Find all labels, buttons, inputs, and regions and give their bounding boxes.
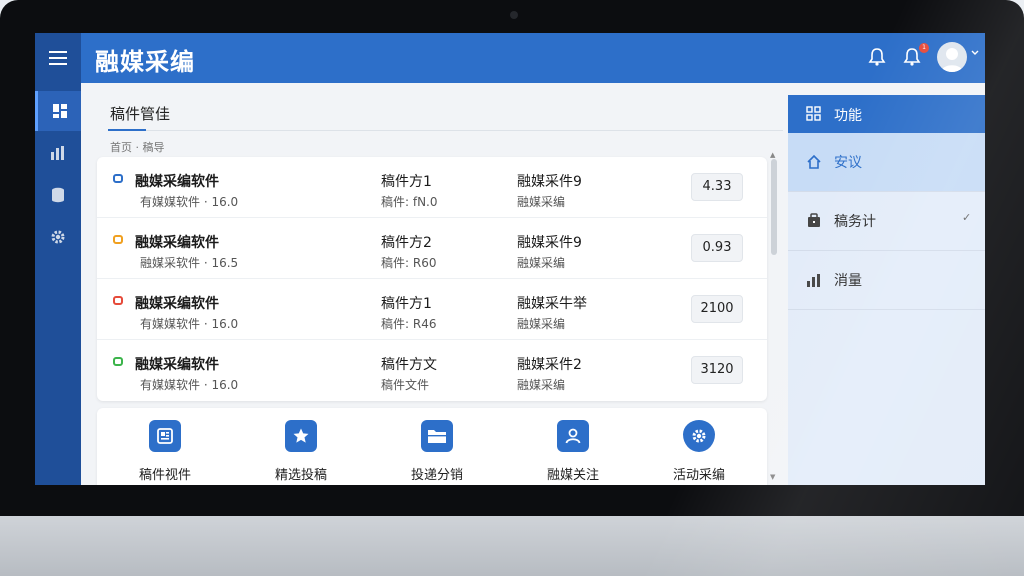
panel-item-label: 消量 — [834, 273, 862, 289]
row-author: 稿件方1 — [381, 174, 432, 190]
value-chip[interactable]: 2100 — [691, 295, 743, 323]
bell-icon[interactable] — [868, 47, 886, 67]
panel-item-label: 安议 — [834, 155, 862, 171]
menu-button[interactable] — [35, 33, 81, 83]
bar-chart-icon — [51, 146, 64, 160]
hamburger-icon — [49, 51, 67, 65]
row-title: 融媒采编软件 — [135, 357, 219, 373]
folder-icon — [421, 420, 453, 452]
row-subtitle: 有媒媒软件 · 16.0 — [140, 195, 239, 209]
chart-icon — [807, 274, 820, 287]
file-icon — [113, 357, 123, 366]
sidebar — [35, 83, 81, 485]
row-subtitle: 融媒采软件 · 16.5 — [140, 256, 239, 270]
row-source-sub: 融媒采编 — [517, 256, 566, 270]
notification-badge: 1 — [919, 43, 929, 53]
user-icon — [557, 420, 589, 452]
task-icon — [808, 213, 820, 227]
gear-icon — [51, 230, 65, 244]
star-icon — [285, 420, 317, 452]
action-button[interactable]: 活动采编 — [639, 420, 759, 485]
sidebar-item-stats[interactable] — [35, 133, 81, 173]
manuscript-list: 融媒采编软件 有媒媒软件 · 16.0 稿件方1 稿件: fN.0 融媒采件9 … — [97, 157, 767, 401]
file-icon — [113, 174, 123, 183]
scrollbar[interactable]: ▲ ▼ — [770, 151, 778, 485]
panel-item-stats[interactable]: 消量 — [788, 251, 985, 310]
active-tab-indicator — [108, 129, 146, 131]
right-panel: 功能 安议 稿务计 ✓ 消量 — [788, 95, 985, 485]
action-button[interactable]: 稿件视件 — [105, 420, 225, 485]
row-source: 融媒采件9 — [517, 174, 582, 190]
row-author-sub: 稿件: R60 — [381, 256, 437, 270]
row-author: 稿件方文 — [381, 357, 437, 373]
row-title: 融媒采编软件 — [135, 174, 219, 190]
row-source: 融媒采件9 — [517, 235, 582, 251]
scroll-up-icon[interactable]: ▲ — [770, 151, 775, 159]
action-button[interactable]: 投递分销 — [377, 420, 497, 485]
divider — [108, 130, 783, 131]
row-author: 稿件方2 — [381, 235, 432, 251]
row-source: 融媒采牛举 — [517, 296, 587, 312]
row-subtitle: 有媒媒软件 · 16.0 — [140, 317, 239, 331]
row-source-sub: 融媒采编 — [517, 317, 566, 331]
table-row[interactable]: 融媒采编软件 融媒采软件 · 16.5 稿件方2 稿件: R60 融媒采件9 融… — [97, 218, 767, 279]
action-label: 精选投稿 — [274, 468, 327, 483]
panel-title: 功能 — [834, 108, 862, 124]
table-row[interactable]: 融媒采编软件 有媒媒软件 · 16.0 稿件方1 稿件: fN.0 融媒采件9 … — [97, 157, 767, 218]
app-window: 融媒采编 1 稿件管佳 首页 · 稿导 融媒采编软件 有媒媒软件 · 16.0 … — [35, 33, 985, 485]
scroll-thumb[interactable] — [771, 159, 777, 255]
sidebar-item-storage[interactable] — [35, 175, 81, 215]
file-icon — [113, 296, 123, 305]
top-bar: 融媒采编 1 — [35, 33, 985, 83]
row-author-sub: 稿件: fN.0 — [381, 195, 438, 209]
row-title: 融媒采编软件 — [135, 296, 219, 312]
action-button[interactable]: 精选投稿 — [241, 420, 361, 485]
panel-item-home[interactable]: 安议 — [788, 133, 985, 192]
page-title: 稿件管佳 — [110, 105, 171, 123]
row-title: 融媒采编软件 — [135, 235, 219, 251]
row-source-sub: 融媒采编 — [517, 378, 566, 392]
dashboard-icon — [52, 104, 67, 118]
action-label: 稿件视件 — [138, 468, 191, 483]
settings-icon — [683, 420, 715, 452]
row-source: 融媒采件2 — [517, 357, 582, 373]
value-chip[interactable]: 3120 — [691, 356, 743, 384]
home-icon — [807, 154, 821, 169]
avatar[interactable] — [937, 42, 967, 72]
chevron-down-icon[interactable] — [971, 49, 979, 57]
news-icon — [149, 420, 181, 452]
sidebar-item-dashboard[interactable] — [35, 91, 81, 131]
panel-item-label: 稿务计 — [834, 214, 876, 230]
value-chip[interactable]: 0.93 — [691, 234, 743, 262]
scroll-down-icon[interactable]: ▼ — [770, 473, 775, 481]
row-source-sub: 融媒采编 — [517, 195, 566, 209]
webcam — [510, 11, 518, 19]
quick-actions: 稿件视件 精选投稿 投递分销 融媒关注 活动采编 — [97, 408, 767, 485]
row-author-sub: 稿件: R46 — [381, 317, 437, 331]
table-row[interactable]: 融媒采编软件 有媒媒软件 · 16.0 稿件方文 稿件文件 融媒采件2 融媒采编… — [97, 340, 767, 400]
notification-icon[interactable] — [903, 47, 921, 67]
action-label: 投递分销 — [410, 468, 463, 483]
grid-icon — [806, 106, 821, 121]
file-icon — [113, 235, 123, 244]
user-avatar-icon — [941, 48, 963, 72]
table-row[interactable]: 融媒采编软件 有媒媒软件 · 16.0 稿件方1 稿件: R46 融媒采牛举 融… — [97, 279, 767, 340]
database-icon — [52, 187, 64, 203]
sidebar-item-settings[interactable] — [35, 217, 81, 257]
panel-header: 功能 — [788, 95, 985, 133]
action-button[interactable]: 融媒关注 — [513, 420, 633, 485]
value-chip[interactable]: 4.33 — [691, 173, 743, 201]
panel-item-tasks[interactable]: 稿务计 ✓ — [788, 192, 985, 251]
row-author-sub: 稿件文件 — [381, 378, 430, 392]
breadcrumb[interactable]: 首页 · 稿导 — [110, 139, 165, 155]
row-subtitle: 有媒媒软件 · 16.0 — [140, 378, 239, 392]
monitor-chin — [0, 516, 1024, 576]
row-author: 稿件方1 — [381, 296, 432, 312]
action-label: 融媒关注 — [546, 468, 599, 483]
check-icon: ✓ — [962, 211, 972, 224]
app-title: 融媒采编 — [95, 48, 195, 76]
action-label: 活动采编 — [672, 468, 725, 483]
